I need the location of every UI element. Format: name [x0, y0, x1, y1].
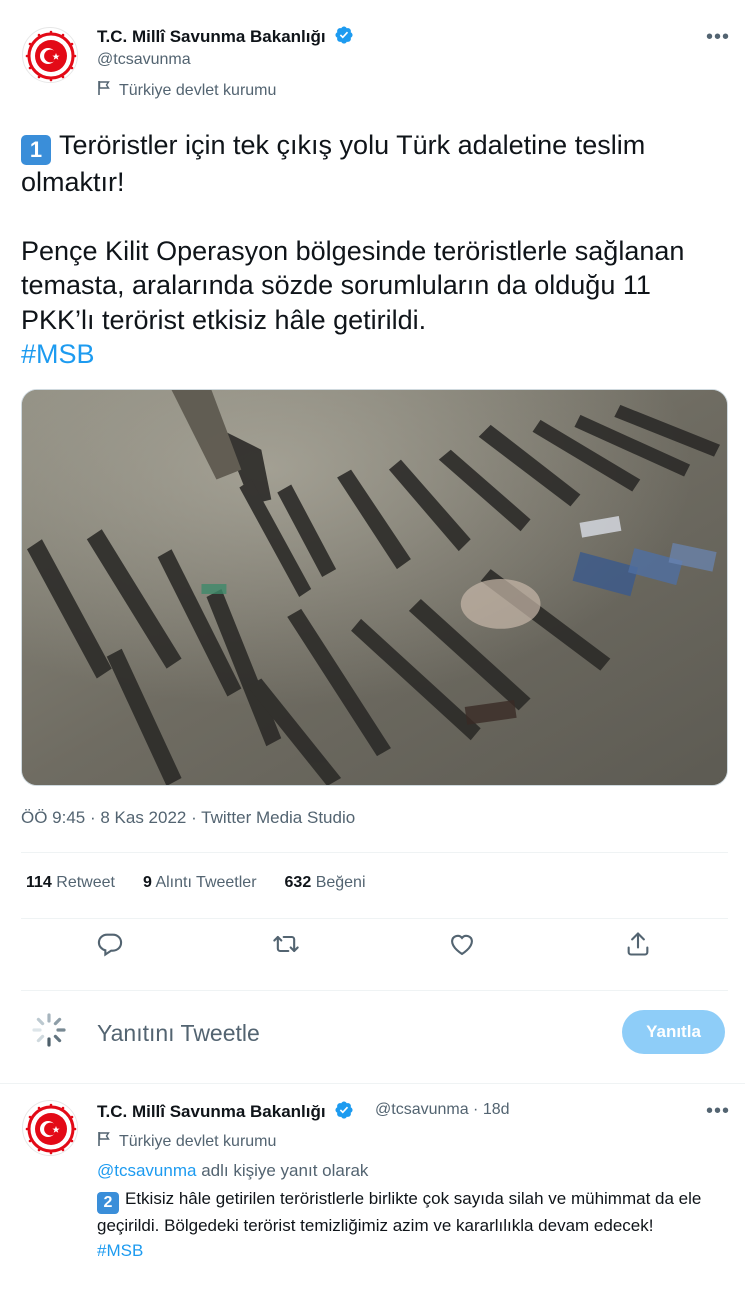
reply-icon[interactable]	[96, 930, 124, 958]
divider	[21, 918, 728, 919]
tweet-stats: 114 Retweet 9 Alıntı Tweetler 632 Beğeni	[26, 874, 366, 892]
tweet-line-2: Pençe Kilit Operasyon bölgesinde teröris…	[21, 235, 685, 335]
more-icon[interactable]: •••	[706, 27, 730, 47]
keycap-one-badge: 1	[21, 135, 51, 165]
flag-icon	[97, 80, 111, 101]
reply-input[interactable]: Yanıtını Tweetle	[97, 1020, 260, 1047]
reply-to-handle-link[interactable]: @tcsavunma	[97, 1161, 196, 1180]
hashtag-link[interactable]: #MSB	[21, 339, 95, 369]
retweet-label: Retweet	[56, 874, 115, 891]
author-name-text[interactable]: T.C. Millî Savunma Bakanlığı	[97, 1102, 326, 1121]
like-label: Beğeni	[315, 874, 366, 891]
divider	[0, 1083, 745, 1084]
tweet-actions	[0, 930, 745, 966]
replying-to: @tcsavunma adlı kişiye yanıt olarak	[97, 1161, 368, 1181]
reply-tweet-text: 2 Etkisiz hâle getirilen teröristlerle bi…	[97, 1187, 722, 1263]
reply-composer: Yanıtını Tweetle Yanıtla	[0, 1000, 745, 1070]
government-label: Türkiye devlet kurumu	[97, 80, 276, 101]
author-handle-time[interactable]: @tcsavunma · 18d	[375, 1101, 510, 1119]
share-icon[interactable]	[624, 930, 652, 958]
seized-weapons-image	[22, 390, 727, 785]
like-stat[interactable]: 632 Beğeni	[285, 874, 366, 892]
government-label-text: Türkiye devlet kurumu	[119, 1132, 277, 1150]
tweet-video[interactable]	[21, 389, 728, 786]
retweet-stat[interactable]: 114 Retweet	[26, 874, 115, 892]
quote-count: 9	[142, 874, 152, 891]
loading-spinner-icon	[31, 1012, 67, 1048]
government-label: Türkiye devlet kurumu	[97, 1131, 276, 1152]
author-name[interactable]: T.C. Millî Savunma Bakanlığı	[97, 1100, 354, 1125]
more-icon[interactable]: •••	[706, 1101, 730, 1121]
divider	[21, 852, 728, 853]
like-count: 632	[284, 874, 312, 891]
reply-button[interactable]: Yanıtla	[622, 1010, 725, 1054]
government-label-text: Türkiye devlet kurumu	[119, 81, 277, 99]
ministry-logo-icon	[24, 29, 77, 82]
verified-badge-icon	[334, 25, 354, 50]
reply-body: Etkisiz hâle getirilen teröristlerle bir…	[97, 1189, 702, 1235]
keycap-two-badge: 2	[97, 1192, 119, 1214]
verified-badge-icon	[334, 1100, 354, 1125]
tweet-timestamp[interactable]: ÖÖ 9:45 · 8 Kas 2022 · Twitter Media Stu…	[21, 808, 355, 828]
retweet-count: 114	[26, 874, 52, 891]
quote-label: Alıntı Tweetler	[155, 874, 257, 891]
flag-icon	[97, 1131, 111, 1152]
author-name-text[interactable]: T.C. Millî Savunma Bakanlığı	[97, 27, 326, 46]
divider	[21, 990, 728, 991]
hashtag-link[interactable]: #MSB	[97, 1241, 143, 1260]
reply-to-text: adlı kişiye yanıt olarak	[196, 1161, 369, 1180]
author-handle[interactable]: @tcsavunma	[97, 51, 191, 69]
author-name[interactable]: T.C. Millî Savunma Bakanlığı	[97, 25, 354, 50]
tweet-line-1: Teröristler için tek çıkış yolu Türk ada…	[21, 130, 646, 197]
avatar[interactable]	[22, 27, 78, 83]
like-icon[interactable]	[448, 930, 476, 958]
avatar[interactable]	[22, 1100, 78, 1156]
tweet-text: 1 Teröristler için tek çıkış yolu Türk ad…	[21, 128, 721, 372]
ministry-logo-icon	[24, 1102, 77, 1155]
retweet-icon[interactable]	[272, 930, 300, 958]
quote-stat[interactable]: 9 Alıntı Tweetler	[143, 874, 257, 892]
